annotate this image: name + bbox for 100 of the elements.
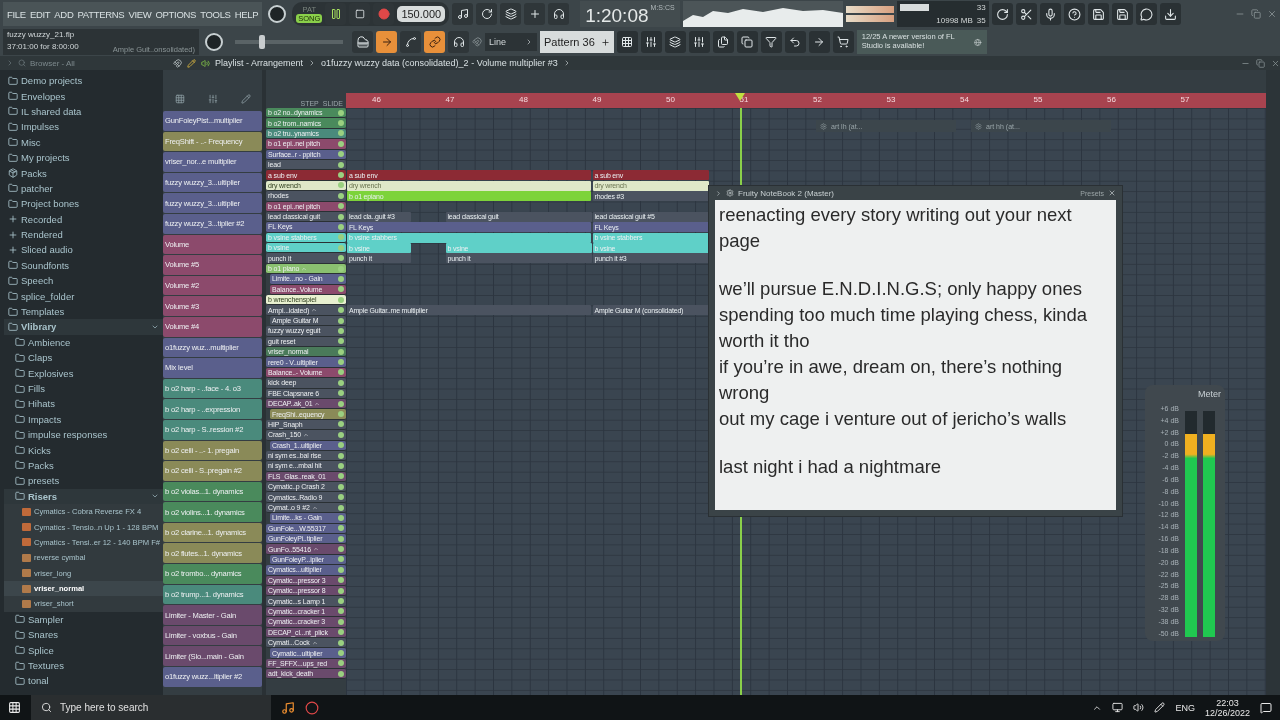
browser-item[interactable]: Packs [4, 457, 163, 474]
close-icon[interactable] [1267, 9, 1277, 19]
slider-thumb[interactable] [259, 35, 265, 49]
date-text[interactable]: 12/26/2022 [1204, 707, 1250, 718]
master-volume-knob[interactable] [268, 5, 287, 23]
time-text[interactable]: 22:03 [1216, 697, 1239, 708]
toolbar-button[interactable] [448, 31, 469, 53]
toolbar-button[interactable] [424, 31, 445, 53]
toolbar-button[interactable] [1159, 3, 1181, 25]
browser-item[interactable]: impulse responses [4, 427, 163, 443]
browser-item[interactable]: Splice [4, 642, 163, 658]
browser-item[interactable]: Fills [4, 380, 163, 397]
browser-item[interactable]: Recorded [4, 211, 163, 227]
master-pitch-knob[interactable] [205, 33, 223, 51]
app-icon[interactable] [305, 700, 319, 715]
toolbar-button[interactable] [832, 31, 854, 53]
toolbar-button[interactable] [452, 3, 474, 25]
browser-item[interactable]: Soundfonts [4, 257, 163, 274]
scrollbar[interactable] [1266, 108, 1280, 695]
browser-item[interactable]: presets [4, 473, 163, 489]
app-icon[interactable] [281, 700, 295, 715]
browser-item[interactable]: Kicks [4, 442, 163, 458]
toolbar-button[interactable] [1039, 3, 1061, 25]
menu-item[interactable]: PATTERNS [77, 8, 125, 20]
chevron-icon [525, 38, 533, 46]
menu-item[interactable]: FILE [7, 8, 26, 20]
browser-item[interactable]: Envelopes [4, 88, 163, 104]
toolbar-button[interactable] [640, 31, 662, 53]
toolbar-button[interactable] [352, 31, 373, 53]
toolbar-button[interactable] [476, 3, 498, 25]
magnet-icon[interactable] [173, 58, 182, 68]
toolbar-icon [669, 36, 682, 48]
menu-item[interactable]: ADD [54, 8, 74, 20]
toolbar-button[interactable] [1087, 3, 1109, 25]
toolbar-button[interactable] [548, 3, 570, 25]
menu-item[interactable]: TOOLS [200, 8, 231, 20]
notification-icon[interactable] [1260, 701, 1272, 714]
browser-item[interactable]: Snares [4, 627, 163, 643]
language-indicator[interactable]: ENG [1175, 702, 1195, 713]
pencil-icon[interactable] [187, 58, 196, 68]
browser-item[interactable]: My projects [4, 149, 163, 166]
menu-item[interactable]: OPTIONS [155, 8, 197, 20]
search-field[interactable]: Type here to search [31, 695, 271, 720]
note-line: out my cage i venture out of jericho’s walls [719, 407, 1068, 431]
browser-item[interactable]: Impacts [4, 411, 163, 427]
start-icon[interactable] [8, 701, 21, 714]
browser-item[interactable]: Ambience [4, 334, 163, 351]
toolbar-button[interactable] [1111, 3, 1133, 25]
browser-item[interactable]: Sampler [4, 611, 163, 628]
restore-icon[interactable] [1251, 9, 1261, 19]
toolbar-icon [1115, 7, 1129, 21]
close-icon[interactable] [1271, 58, 1280, 68]
toolbar-button[interactable] [400, 31, 421, 53]
browser-item[interactable]: Misc [4, 134, 163, 150]
browser-item[interactable]: Project bones [4, 196, 163, 212]
browser-item[interactable]: Impulses [4, 119, 163, 135]
toolbar-button[interactable] [664, 31, 686, 53]
toolbar-button[interactable] [500, 3, 522, 25]
volume-icon[interactable] [1133, 702, 1145, 713]
pattern-select[interactable]: Pattern 36 [540, 31, 614, 53]
bar-number: 54 [960, 95, 969, 104]
close-icon[interactable] [1108, 189, 1116, 197]
browser-item[interactable]: Sliced audio [4, 242, 163, 258]
snap-select[interactable]: Line [485, 33, 537, 51]
browser-item[interactable]: Risers [4, 488, 163, 504]
pen-icon[interactable] [1154, 702, 1166, 713]
browser-item[interactable]: tonal [4, 673, 163, 689]
breadcrumb: o1fuzzy wuzzy data (consolidated)_2 - Volume multiplier #3 [321, 58, 558, 68]
toolbar-icon [1019, 7, 1033, 21]
browser-item[interactable]: patcher [4, 180, 163, 197]
menu-item[interactable]: EDIT [29, 8, 51, 20]
toolbar-button[interactable] [688, 31, 710, 53]
tempo-display[interactable]: 150.000 [397, 6, 446, 22]
toolbar-button[interactable] [1015, 3, 1037, 25]
browser-item[interactable]: Vlibrary [4, 319, 163, 335]
network-icon[interactable] [1112, 702, 1124, 713]
browser-item[interactable]: Templates [4, 303, 163, 320]
toolbar-button[interactable] [760, 31, 782, 53]
toolbar-button[interactable] [991, 3, 1013, 25]
browser-item[interactable]: IL shared data [4, 103, 163, 120]
browser-item[interactable]: splice_folder [4, 288, 163, 304]
menu-item[interactable]: HELP [234, 8, 259, 20]
toolbar-button[interactable] [1135, 3, 1157, 25]
browser-item[interactable]: Speech [4, 273, 163, 289]
browser-item[interactable]: Hihats [4, 396, 163, 412]
toolbar-button[interactable] [784, 31, 806, 53]
browser-item[interactable]: Packs [4, 165, 163, 181]
folder-icon [15, 614, 25, 625]
browser-item[interactable]: Demo projects [4, 73, 163, 89]
toolbar-icon [1091, 7, 1105, 21]
toolbar-button[interactable] [1063, 3, 1085, 25]
toolbar-button[interactable] [616, 31, 638, 53]
browser-title[interactable]: Browser - All [30, 58, 75, 68]
menu-item[interactable]: VIEW [128, 8, 152, 20]
chevron-icon [6, 59, 14, 67]
browser-item[interactable]: Claps [4, 350, 163, 366]
browser-item[interactable]: Textures [4, 657, 163, 674]
browser-item[interactable]: Explosives [4, 365, 163, 381]
browser-item[interactable]: Rendered [4, 226, 163, 243]
toolbar-button[interactable] [712, 31, 734, 53]
